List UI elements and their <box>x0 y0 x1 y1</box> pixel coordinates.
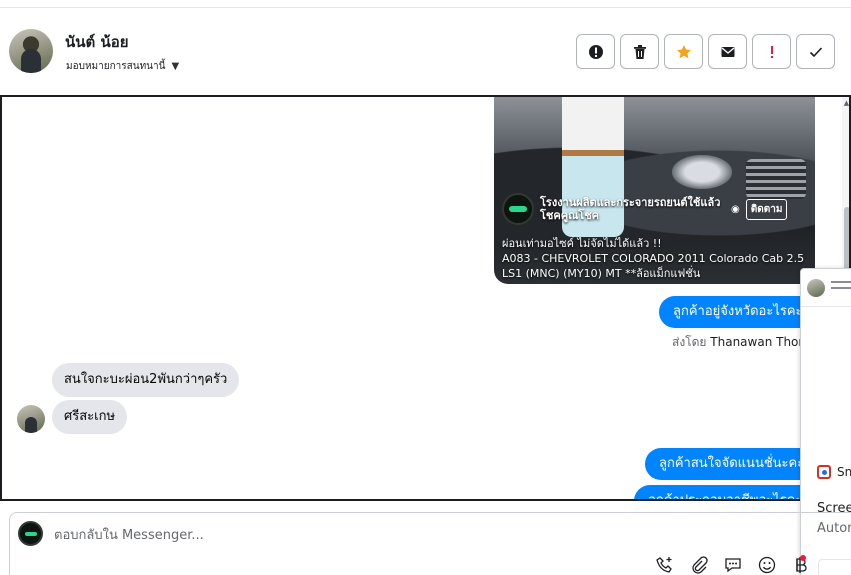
shared-post-preview[interactable]: โรงงานผลิตและกระจายรถยนต์ใช้แล้ว โชคคูณโ… <box>494 97 815 284</box>
trash-icon <box>633 44 646 59</box>
incoming-message[interactable]: ศรีสะเกษ <box>52 400 128 434</box>
caption-line-1: ผ่อนเท่ามอไซค์ ไม่จัดไม่ได้แล้ว !! <box>502 237 662 250</box>
outgoing-message[interactable]: ลูกค้าประกอบอาชีพอะไรคะ <box>634 485 817 499</box>
overlay-header-text <box>831 281 851 293</box>
overlay-snip-row[interactable]: Sn <box>817 465 851 479</box>
header-actions <box>576 34 835 69</box>
globe-icon: ◉ <box>731 203 740 215</box>
post-caption: ผ่อนเท่ามอไซค์ ไม่จัดไม่ได้แล้ว !! A083 … <box>502 236 812 281</box>
mark-done-button[interactable] <box>796 34 835 69</box>
assign-conversation-dropdown[interactable]: มอบหมายการสนทนานี้ ▼ <box>66 59 179 74</box>
overlay-header <box>801 269 851 307</box>
snipping-tool-icon <box>817 465 831 479</box>
phone-add-icon[interactable] <box>655 555 675 575</box>
assign-label: มอบหมายการสนทนานี้ <box>66 61 166 72</box>
scroll-up-arrow-icon[interactable]: ▲ <box>842 99 849 107</box>
outgoing-message[interactable]: ลูกค้าสนใจจัดแนนชั่นะคะ <box>645 448 819 480</box>
contact-name[interactable]: นันต์ น้อย <box>65 30 129 54</box>
caret-down-icon: ▼ <box>171 61 180 72</box>
incoming-message[interactable]: สนใจกะบะผ่อน2พันกว่าๆครัว <box>52 363 240 397</box>
scroll-thumb[interactable] <box>844 207 849 271</box>
page-name[interactable]: โรงงานผลิตและกระจายรถยนต์ใช้แล้ว โชคคูณโ… <box>540 196 725 222</box>
outgoing-message[interactable]: ลูกค้าอยู่จังหวัดอะไรคะ <box>659 296 817 328</box>
notification-dot <box>800 555 806 561</box>
composer-tools <box>655 555 811 575</box>
star-icon <box>676 44 691 58</box>
smiley-icon[interactable] <box>757 555 777 575</box>
reply-input[interactable] <box>54 521 704 549</box>
page-avatar <box>18 521 43 546</box>
follow-button[interactable]: ติดตาม <box>745 198 788 220</box>
mark-important-button[interactable] <box>752 34 791 69</box>
exclamation-icon <box>770 45 773 58</box>
overlay-snip-label: Sn <box>837 465 851 479</box>
contact-avatar-small <box>17 405 45 433</box>
sent-by-label: ส่งโดย Thanawan Thon <box>672 333 806 352</box>
post-image-headlight <box>672 155 732 189</box>
alert-circle-icon <box>588 44 603 59</box>
sent-by-name: Thanawan Thon <box>710 335 806 349</box>
reply-composer <box>9 512 851 575</box>
mark-unread-button[interactable] <box>708 34 747 69</box>
check-icon <box>809 46 822 57</box>
envelope-icon <box>721 46 734 57</box>
star-button[interactable] <box>664 34 703 69</box>
caption-line-2: A083 - CHEVROLET COLORADO 2011 Colorado … <box>502 252 805 265</box>
contact-avatar[interactable] <box>9 29 53 73</box>
post-page-row: โรงงานผลิตและกระจายรถยนต์ใช้แล้ว โชคคูณโ… <box>502 192 812 226</box>
delete-button[interactable] <box>620 34 659 69</box>
message-thread[interactable]: โรงงานผลิตและกระจายรถยนต์ใช้แล้ว โชคคูณโ… <box>0 95 851 501</box>
paperclip-icon[interactable] <box>689 555 709 575</box>
sent-by-prefix: ส่งโดย <box>672 335 707 349</box>
page-logo[interactable] <box>502 193 534 225</box>
overlay-avatar <box>807 279 825 297</box>
caption-line-3: LS1 (MNC) (MY10) MT **ล้อแม็กแฟชั่น <box>502 267 701 280</box>
conversation-header: นันต์ น้อย มอบหมายการสนทนานี้ ▼ <box>0 8 851 96</box>
chat-bubble-icon[interactable] <box>723 555 743 575</box>
mark-spam-button[interactable] <box>576 34 615 69</box>
